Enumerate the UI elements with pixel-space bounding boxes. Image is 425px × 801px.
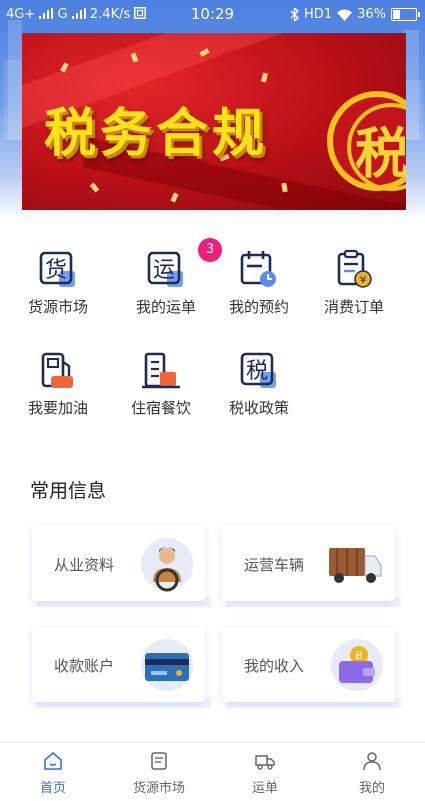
tab-cargo-market[interactable]: 货源市场 — [106, 743, 212, 801]
section-title-common-info: 常用信息 — [30, 480, 107, 502]
banner-title: 税务合规 — [44, 104, 269, 164]
svg-text:运: 运 — [153, 258, 175, 283]
battery-icon — [391, 8, 420, 21]
tax-policy-icon: 税 — [240, 352, 276, 388]
status-right: HD1 36% — [290, 7, 420, 22]
card-operating-vehicles[interactable]: 运营车辆 — [222, 526, 401, 607]
tab-label: 货源市场 — [132, 781, 185, 796]
cargo-source-icon: 货 — [39, 251, 75, 287]
card-label: 运营车辆 — [244, 556, 305, 574]
hd-indicator: HD1 — [304, 7, 333, 22]
fuel-pump-icon — [41, 352, 73, 388]
menu-item-my-waybill[interactable]: 运 我的运单 — [121, 249, 211, 329]
card-label: 从业资料 — [54, 556, 115, 574]
battery-percent: 36% — [357, 7, 386, 22]
tab-mine[interactable]: 我的 — [319, 743, 425, 801]
menu-item-label: 货源市场 — [27, 298, 88, 316]
card-label: 收款账户 — [54, 657, 115, 675]
wallet-coin-icon: B — [331, 639, 383, 691]
svg-text:¥: ¥ — [360, 275, 366, 286]
user-icon — [363, 752, 381, 771]
tab-home[interactable]: 首页 — [0, 743, 106, 801]
menu-item-label: 住宿餐饮 — [130, 399, 191, 417]
status-bar: 4G+ G 2.4K/s 10:29 HD1 36% — [0, 0, 425, 30]
wifi-icon — [337, 9, 353, 21]
bluetooth-icon — [290, 8, 300, 21]
home-icon — [44, 751, 62, 770]
svg-text:货: 货 — [45, 258, 67, 283]
tax-emblem-icon: 税 — [327, 91, 406, 191]
menu-item-label: 我要加油 — [27, 399, 88, 417]
bank-card-icon — [141, 639, 193, 691]
bottom-tab-bar: 首页 货源市场 运单 我的 — [0, 742, 425, 801]
tab-label: 首页 — [39, 781, 66, 796]
menu-item-tax-policy[interactable]: 税 税收政策 — [214, 350, 304, 430]
menu-item-refuel[interactable]: 我要加油 — [13, 350, 103, 430]
driver-avatar-icon — [141, 538, 193, 592]
menu-item-cargo-source[interactable]: 货 货源市场 — [13, 249, 103, 329]
card-receiving-account[interactable]: 收款账户 — [32, 627, 211, 708]
truck-icon — [255, 755, 275, 770]
svg-text:税: 税 — [246, 359, 268, 384]
menu-item-label: 我的运单 — [135, 298, 196, 316]
waybill-icon: 运 — [147, 251, 183, 287]
menu-item-label: 消费订单 — [323, 298, 384, 316]
menu-item-label: 我的预约 — [228, 298, 289, 316]
menu-item-lodging-dining[interactable]: 住宿餐饮 — [116, 350, 206, 430]
card-employment-info[interactable]: 从业资料 — [32, 526, 211, 607]
tab-label: 运单 — [251, 781, 278, 796]
document-icon — [151, 752, 167, 770]
menu-item-consumption-order[interactable]: ¥ 消费订单 — [309, 249, 399, 329]
tab-label: 我的 — [358, 781, 385, 796]
truck-icon — [329, 548, 382, 583]
menu-item-label: 税收政策 — [228, 399, 289, 417]
card-label: 我的收入 — [244, 657, 305, 675]
promo-banner[interactable]: 税务合规 税 — [22, 33, 406, 210]
menu-item-my-appointment[interactable]: 我的预约 — [214, 249, 304, 329]
hotel-dining-icon — [142, 352, 180, 389]
order-icon: ¥ — [337, 249, 372, 288]
card-my-income[interactable]: 我的收入 B — [222, 627, 401, 708]
svg-text:B: B — [355, 649, 363, 662]
calendar-icon — [240, 251, 276, 287]
tab-waybill[interactable]: 运单 — [212, 743, 318, 801]
